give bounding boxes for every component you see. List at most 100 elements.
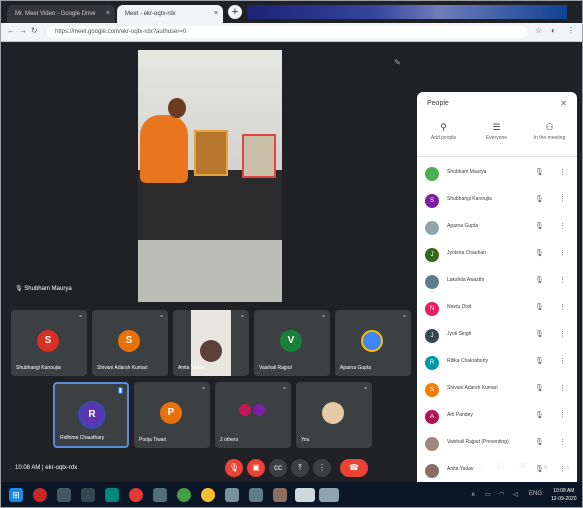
meeting-time-code: 10:08 AM | ekr-oqtx-rdx — [15, 465, 78, 471]
more-icon[interactable]: ⋮ — [559, 222, 566, 230]
tab-everyone[interactable]: ☰ Everyone — [470, 122, 523, 141]
mic-off-icon[interactable]: 🎙 — [535, 168, 544, 176]
language-indicator[interactable]: ENG — [529, 491, 542, 497]
participant-row[interactable]: A Arti Pandey 🎙 ⋮ — [423, 405, 573, 427]
participant-name: Shubhangi Kanoujia — [447, 196, 492, 202]
forward-icon[interactable]: → — [19, 26, 27, 35]
participant-tile-active[interactable]: R ▮ Ridhima Chaudhary — [53, 382, 129, 448]
chat-icon[interactable]: ✉ — [519, 461, 527, 472]
browser-tab-meet[interactable]: Meet - ekr-oqtx-rdx × — [117, 5, 223, 23]
participant-name: Anita Yadav — [178, 365, 205, 371]
participant-row[interactable]: Aparna Gupta 🎙 ⋮ — [423, 216, 573, 238]
mic-off-icon[interactable]: 🎙 — [535, 303, 544, 311]
participant-row[interactable]: J Jyotsna Chauhan 🎙 ⋮ — [423, 243, 573, 265]
more-icon[interactable]: ⋮ — [559, 168, 566, 176]
people-icon[interactable]: ⚇ — [497, 461, 505, 472]
menu-icon[interactable]: ⋮ — [567, 26, 575, 35]
more-options-button[interactable]: ⋮ — [313, 459, 331, 477]
participant-name: Shivani Adarsh Kumari — [447, 385, 498, 391]
tab-in-meeting[interactable]: ⚇ In the meeting — [523, 122, 576, 141]
participant-row[interactable]: N Neetu Dixit 🎙 ⋮ — [423, 297, 573, 319]
close-icon[interactable]: ✕ — [560, 99, 567, 108]
mic-icon: 🎙 — [15, 286, 23, 292]
participant-row[interactable]: J Jyoti Singh 🎙 ⋮ — [423, 324, 573, 346]
participant-tile[interactable]: V ⚬ Vaishali Rajput — [254, 310, 330, 376]
lock-icon[interactable]: ▲ — [563, 461, 572, 471]
mic-off-icon[interactable]: 🎙 — [535, 357, 544, 365]
app-thumbnail[interactable] — [319, 488, 339, 502]
participant-row[interactable]: S Shivani Adarsh Kumari 🎙 ⋮ — [423, 378, 573, 400]
participant-tile-group[interactable]: ⚬ 2 others — [215, 382, 291, 448]
mic-off-button[interactable]: 🎙 — [225, 459, 243, 477]
participant-row[interactable]: Lakshita Awasthi 🎙 ⋮ — [423, 270, 573, 292]
chrome-icon[interactable] — [177, 488, 191, 502]
volume-icon[interactable]: ◁ — [513, 491, 518, 498]
mic-off-icon[interactable]: 🎙 — [535, 330, 544, 338]
participant-tile-video[interactable]: ⚬ Anita Yadav — [173, 310, 249, 376]
app-icon[interactable] — [273, 488, 287, 502]
url-field[interactable]: https://meet.google.com/ekr-oqtx-rdx?aut… — [47, 26, 527, 38]
captions-button[interactable]: cc — [269, 459, 287, 477]
wifi-icon[interactable]: ◠ — [499, 491, 504, 498]
app-icon[interactable] — [201, 488, 215, 502]
avatar: N — [425, 302, 439, 316]
more-icon[interactable]: ⋮ — [559, 384, 566, 392]
mic-off-icon[interactable]: 🎙 — [535, 195, 544, 203]
more-icon[interactable]: ⋮ — [559, 330, 566, 338]
participant-name: Arti Pandey — [447, 412, 473, 418]
mic-off-icon[interactable]: 🎙 — [535, 438, 544, 446]
participant-row[interactable]: Vaishali Rajput (Presenting) 🎙 ⋮ — [423, 432, 573, 454]
app-thumbnail[interactable] — [295, 488, 315, 502]
close-tab-icon[interactable]: × — [214, 5, 218, 23]
opera-icon[interactable] — [129, 488, 143, 502]
tray-up-icon[interactable]: ∧ — [471, 491, 475, 498]
mic-off-icon[interactable]: 🎙 — [535, 249, 544, 257]
participant-tile[interactable]: ⚬ Aparna Gupta — [335, 310, 411, 376]
app-icon[interactable] — [225, 488, 239, 502]
participant-tile-self[interactable]: ⚬ You — [296, 382, 372, 448]
main-speaker-video[interactable] — [138, 50, 282, 302]
participant-tile[interactable]: S ⚬ Shivani Adarsh Kumari — [92, 310, 168, 376]
more-icon[interactable]: ⋮ — [559, 276, 566, 284]
mic-off-icon[interactable]: 🎙 — [535, 222, 544, 230]
app-icon[interactable] — [33, 488, 47, 502]
more-icon[interactable]: ⋮ — [559, 195, 566, 203]
start-icon[interactable]: ⊞ — [9, 488, 23, 502]
browser-tab-drive[interactable]: Mr. Meet Video - Google Drive × — [7, 5, 115, 23]
app-icon[interactable] — [81, 488, 95, 502]
close-tab-icon[interactable]: × — [106, 5, 110, 23]
clock-time: 10:08 AM — [553, 488, 575, 494]
participant-row[interactable]: S Shubhangi Kanoujia 🎙 ⋮ — [423, 189, 573, 211]
more-icon[interactable]: ⋮ — [559, 303, 566, 311]
info-icon[interactable]: ⓘ — [475, 461, 484, 474]
app-icon[interactable] — [153, 488, 167, 502]
reload-icon[interactable]: ↻ — [31, 26, 38, 35]
participant-tile[interactable]: P ⚬ Pooja Tiwari — [134, 382, 210, 448]
camera-off-button[interactable]: ▣ — [247, 459, 265, 477]
mic-off-icon[interactable]: 🎙 — [535, 276, 544, 284]
participant-row[interactable]: R Ritika Chakraborty 🎙 ⋮ — [423, 351, 573, 373]
star-icon[interactable]: ☆ — [535, 26, 542, 35]
back-icon[interactable]: ← — [7, 26, 15, 35]
leave-call-button[interactable]: ☎ — [340, 459, 368, 477]
participant-row[interactable]: Shubham Maurya 🎙 ⋮ — [423, 162, 573, 184]
more-icon[interactable]: ⋮ — [559, 357, 566, 365]
mic-off-icon[interactable]: 🎙 — [535, 411, 544, 419]
file-explorer-icon[interactable] — [57, 488, 71, 502]
more-icon[interactable]: ⋮ — [559, 249, 566, 257]
present-button[interactable]: ⤒ — [291, 459, 309, 477]
pin-icon[interactable]: ✎ — [394, 58, 401, 67]
activities-icon[interactable]: ▲ — [541, 461, 550, 471]
new-tab-button[interactable]: + — [228, 5, 242, 19]
participant-tile[interactable]: S ⚬ Shubhangi Kanoujia — [11, 310, 87, 376]
participant-name: Vaishali Rajput — [259, 365, 292, 371]
taskbar-clock[interactable]: 10:08 AM 12-09-2020 — [551, 487, 577, 503]
extension-icon[interactable]: ◐ — [551, 26, 556, 35]
tab-add-people[interactable]: ⚲ Add people — [417, 122, 470, 141]
mic-off-icon[interactable]: 🎙 — [535, 384, 544, 392]
tab-label: In the meeting — [533, 135, 566, 141]
app-icon[interactable] — [105, 488, 119, 502]
app-icon[interactable] — [249, 488, 263, 502]
more-icon[interactable]: ⋮ — [559, 411, 566, 419]
more-icon[interactable]: ⋮ — [559, 438, 566, 446]
